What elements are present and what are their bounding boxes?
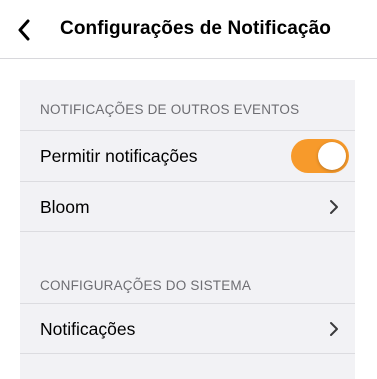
chevron-right-icon <box>330 200 338 214</box>
back-button[interactable] <box>8 14 40 46</box>
notifications-label: Notificações <box>40 319 136 339</box>
page-title: Configurações de Notificação <box>60 18 331 39</box>
chevron-right-icon <box>330 322 338 336</box>
settings-content: NOTIFICAÇÕES DE OUTROS EVENTOS Permitir … <box>20 80 355 379</box>
system-group: Notificações <box>20 303 355 354</box>
allow-notifications-label: Permitir notificações <box>40 146 198 166</box>
allow-notifications-row[interactable]: Permitir notificações <box>20 130 355 181</box>
bloom-row[interactable]: Bloom <box>20 181 355 232</box>
allow-notifications-toggle[interactable] <box>291 139 349 173</box>
chevron-left-icon <box>18 19 30 41</box>
other-events-group: Permitir notificações Bloom <box>20 130 355 232</box>
section-header-other-events: NOTIFICAÇÕES DE OUTROS EVENTOS <box>40 102 300 117</box>
section-header-system: CONFIGURAÇÕES DO SISTEMA <box>40 278 252 293</box>
navigation-bar: Configurações de Notificação <box>0 0 377 59</box>
bloom-label: Bloom <box>40 197 90 217</box>
notifications-row[interactable]: Notificações <box>20 303 355 354</box>
toggle-knob <box>318 142 346 170</box>
